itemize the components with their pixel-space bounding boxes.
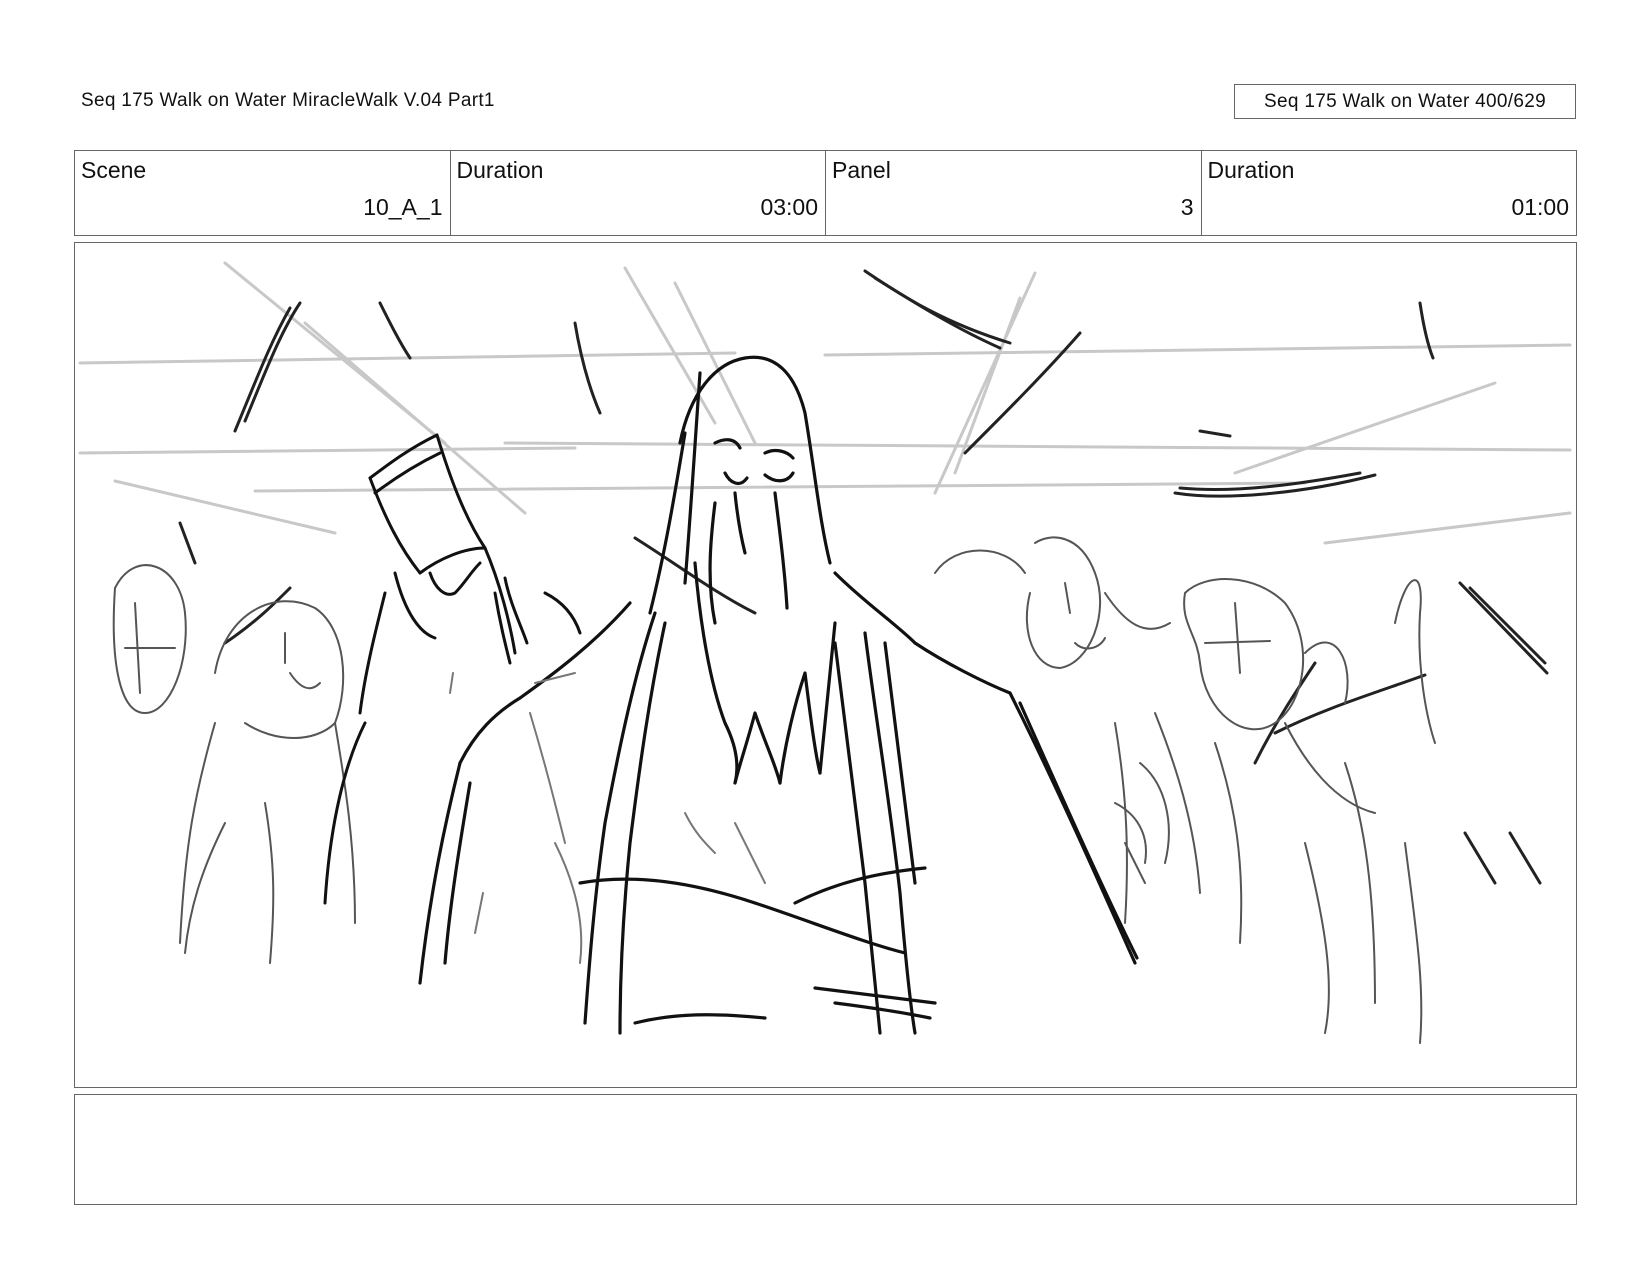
storyboard-sketch	[78, 261, 1572, 1044]
panel-value: 3	[1180, 194, 1194, 220]
panel-duration-value: 01:00	[1511, 194, 1569, 220]
panel-duration-label: Duration	[1207, 157, 1295, 183]
page-counter-badge: Seq 175 Walk on Water 400/629	[1234, 84, 1576, 119]
duration-cell: Duration 03:00	[451, 151, 826, 235]
notes-box	[74, 1094, 1577, 1205]
scene-label: Scene	[81, 157, 147, 183]
info-table: Scene 10_A_1 Duration 03:00 Panel 3 Dura…	[74, 150, 1577, 236]
duration-value: 03:00	[760, 194, 818, 220]
scene-value: 10_A_1	[363, 194, 443, 220]
panel-duration-cell: Duration 01:00	[1202, 151, 1577, 235]
panel-cell: Panel 3	[826, 151, 1202, 235]
panel-label: Panel	[832, 157, 891, 183]
storyboard-panel	[74, 242, 1577, 1088]
scene-cell: Scene 10_A_1	[75, 151, 451, 235]
document-title: Seq 175 Walk on Water MiracleWalk V.04 P…	[81, 90, 495, 111]
duration-label: Duration	[456, 157, 544, 183]
